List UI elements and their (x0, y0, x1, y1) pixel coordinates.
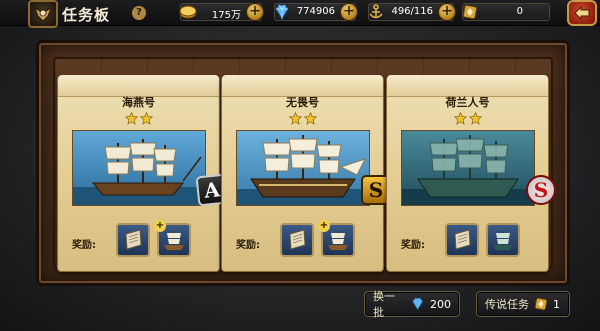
legend-token-icon (459, 2, 481, 22)
page-title: 任务板 (62, 6, 111, 24)
legend-token-icon (534, 297, 548, 311)
diamond-icon (271, 2, 293, 22)
resource-diamond: 774906 + (271, 2, 358, 22)
legend-cost: 1 (553, 297, 560, 311)
ship-name: 海燕号 (122, 96, 155, 109)
star-icon (124, 112, 138, 125)
reward-label: 奖励: (72, 240, 96, 251)
refresh-label: 换一批 (373, 290, 395, 319)
ship-image (72, 130, 206, 206)
reward-label: 奖励: (236, 240, 260, 251)
legend-token-value: 0 (516, 6, 523, 17)
ship-icon (328, 231, 348, 250)
grade-badge: S (526, 175, 556, 205)
star-icon (139, 112, 153, 125)
task-card-2[interactable]: 无畏号 S 奖励: + (221, 75, 391, 272)
ship-icon (493, 231, 513, 250)
anchor-icon (365, 2, 387, 22)
scroll-icon (454, 229, 471, 250)
ship-name: 无畏号 (286, 96, 319, 109)
reward-slot-ship[interactable]: + (154, 220, 191, 257)
refresh-tasks-button[interactable]: 换一批 200 (364, 290, 460, 319)
legend-task-button[interactable]: 传说任务 1 (476, 291, 570, 317)
add-icon: + (154, 220, 166, 232)
ship-icon (164, 231, 184, 250)
reward-slot-ship[interactable]: + (318, 220, 355, 257)
back-button[interactable] (567, 0, 597, 26)
resource-gold: 175万 + (177, 2, 264, 22)
scroll-icon (125, 229, 142, 250)
diamond-icon (411, 297, 423, 311)
ship-name: 荷兰人号 (445, 96, 490, 109)
star-rating (387, 112, 548, 125)
star-icon (303, 112, 317, 125)
gold-value: 175万 (211, 10, 241, 21)
star-rating (222, 112, 383, 125)
add-diamond-button[interactable]: + (340, 3, 358, 21)
refresh-cost: 200 (430, 297, 451, 311)
reward-label: 奖励: (401, 240, 425, 251)
star-icon (288, 112, 302, 125)
resource-legend-token: 0 (462, 3, 550, 21)
reward-slot-scroll[interactable] (280, 223, 314, 257)
add-icon: + (318, 220, 330, 232)
gold-coin-icon (177, 2, 199, 22)
add-anchor-button[interactable]: + (438, 3, 456, 21)
scroll-icon (289, 229, 306, 250)
star-icon (468, 112, 482, 125)
reward-slot-ship[interactable] (486, 223, 520, 257)
task-card-1[interactable]: 海燕号 A 奖励: + (57, 75, 229, 272)
back-arrow-icon (574, 6, 590, 20)
legend-label: 传说任务 (485, 298, 529, 311)
reward-slot-scroll[interactable] (445, 223, 479, 257)
anchor-value: 496/116 (391, 6, 433, 17)
ship-image (401, 130, 535, 206)
reward-slot-scroll[interactable] (116, 223, 150, 257)
resource-anchor: 496/116 + (365, 2, 456, 22)
help-button[interactable]: ? (132, 6, 146, 20)
add-gold-button[interactable]: + (246, 3, 264, 21)
diamond-value: 774906 (296, 6, 335, 17)
ship-image (236, 130, 370, 206)
task-card-3[interactable]: 荷兰人号 S 奖励: (386, 75, 556, 272)
pirate-emblem-icon (28, 0, 58, 28)
star-icon (453, 112, 467, 125)
star-rating (58, 112, 219, 125)
